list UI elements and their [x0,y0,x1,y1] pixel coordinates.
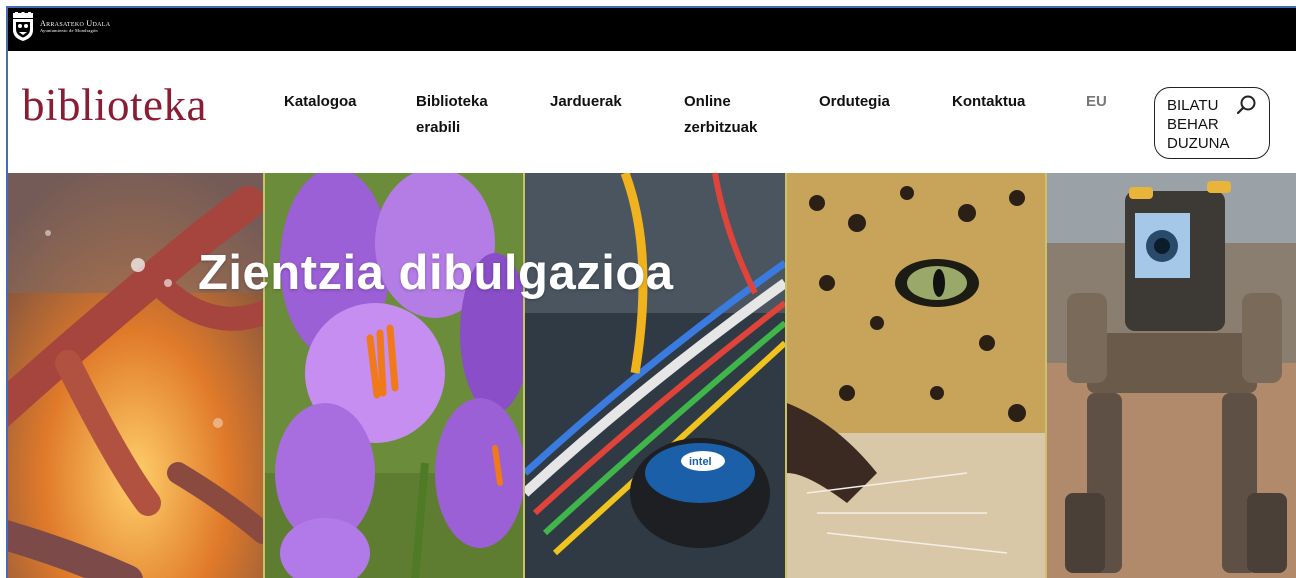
nav-item-label: Katalogoa [284,93,357,110]
municipality-title: Arrasateko Udala [40,19,111,28]
search-placeholder: BILATU BEHAR DUZUNA [1167,96,1230,153]
nav-item-kontaktua[interactable]: Kontaktua [952,89,1025,115]
search-line-3: DUZUNA [1167,135,1230,152]
robot-image [1047,173,1296,578]
nav-item-label-2: erabili [416,119,461,136]
molecule-image [8,173,263,578]
site-header: biblioteka Katalogoa Biblioteka erabili … [8,51,1296,173]
top-bar: Arrasateko Udala Ayuntamiento de Mondrag… [8,8,1296,51]
search-line-2: BEHAR [1167,116,1219,133]
nav-item-biblioteka-erabili[interactable]: Biblioteka erabili [416,89,488,141]
nav-item-katalogoa[interactable]: Katalogoa [284,89,357,115]
search-box[interactable]: BILATU BEHAR DUZUNA [1154,87,1270,159]
nav-item-label: Jarduerak [550,93,622,110]
nav-item-label-2: zerbitzuak [684,119,758,136]
hero-title: Zientzia dibulgazioa [198,246,674,300]
language-switch[interactable]: EU [1086,89,1107,115]
nav-item-online-zerbitzuak[interactable]: Online zerbitzuak [684,89,757,141]
svg-text:intel: intel [689,456,712,468]
nav-item-jarduerak[interactable]: Jarduerak [550,89,622,115]
nav-item-label: Kontaktua [952,93,1026,110]
nav-item-ordutegia[interactable]: Ordutegia [819,89,890,115]
municipality-subtitle: Ayuntamiento de Mondragón [40,28,98,33]
page-frame: Arrasateko Udala Ayuntamiento de Mondrag… [6,6,1296,578]
search-icon[interactable] [1235,94,1257,116]
computer-cables-image: intel [525,173,785,578]
nav-item-label: Ordutegia [819,93,890,110]
municipality-name: Arrasateko Udala Ayuntamiento de Mondrag… [40,19,110,34]
leopard-image [787,173,1045,578]
crocus-flowers-image [265,173,523,578]
nav-item-label: Online [684,93,731,110]
nav-item-label: Biblioteka [416,93,488,110]
site-logo[interactable]: biblioteka [22,79,207,131]
municipality-crest-icon[interactable] [12,12,34,42]
hero-banner[interactable]: intel Zientzia dibulgazioa [8,173,1296,578]
search-line-1: BILATU [1167,97,1219,114]
